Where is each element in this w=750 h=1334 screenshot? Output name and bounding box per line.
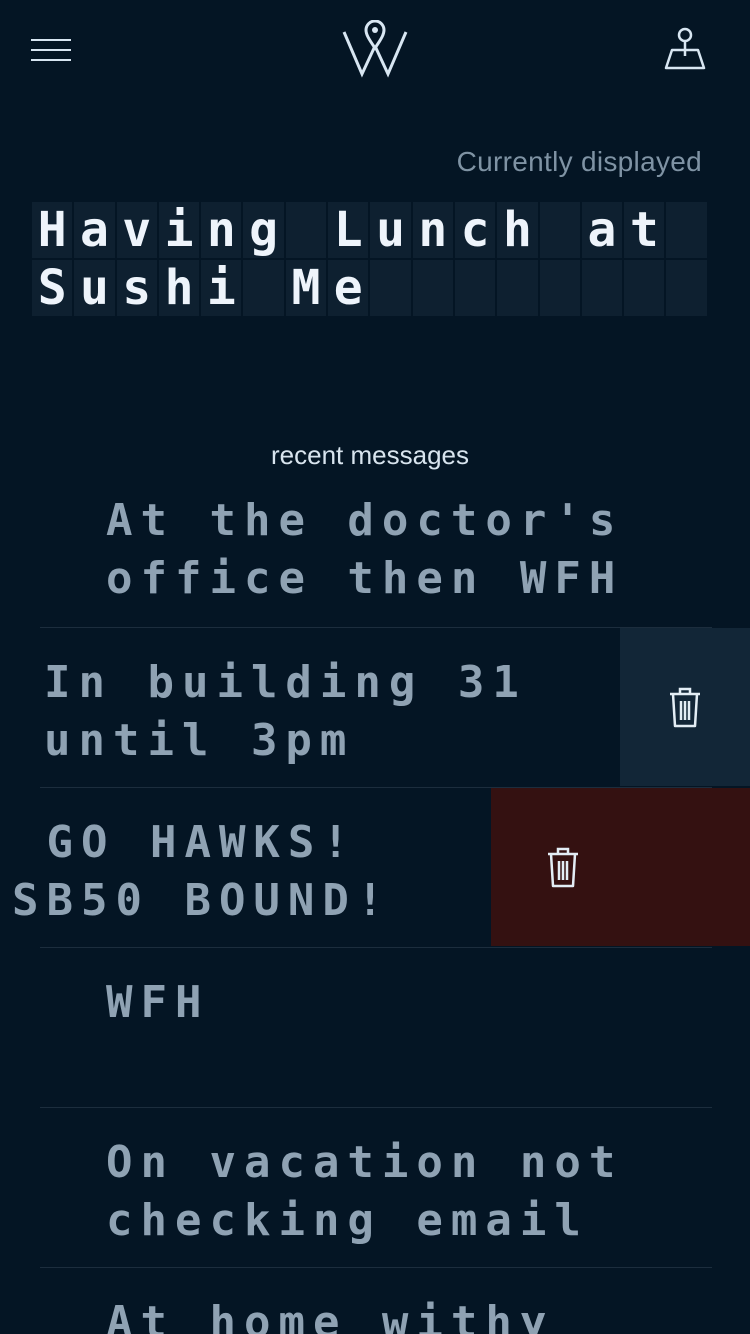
board-cell bbox=[370, 260, 411, 316]
message-text: In building 31 until 3pm bbox=[44, 657, 527, 766]
board-cell: L bbox=[328, 202, 369, 258]
board-cell bbox=[497, 260, 538, 316]
board-cell: e bbox=[328, 260, 369, 316]
board-cell: c bbox=[454, 202, 496, 258]
board-cell: v bbox=[116, 202, 157, 258]
board-cell: S bbox=[32, 260, 73, 316]
top-bar bbox=[0, 0, 750, 110]
board-cell bbox=[243, 260, 284, 316]
board-cell: g bbox=[243, 202, 284, 258]
delete-button-active[interactable] bbox=[491, 788, 750, 946]
board-cell: n bbox=[412, 202, 453, 258]
board-cell bbox=[666, 260, 707, 316]
message-item[interactable]: In building 31 until 3pm bbox=[40, 628, 620, 786]
board-cell bbox=[412, 260, 453, 316]
message-item[interactable]: At home withy bbox=[40, 1268, 712, 1334]
board-cell: a bbox=[581, 202, 623, 258]
board-cell: a bbox=[74, 202, 115, 258]
board-cell bbox=[624, 260, 665, 316]
board-cell bbox=[666, 202, 707, 258]
split-flap-board: HavingLunchat SushiMe bbox=[32, 202, 708, 318]
board-cell: h bbox=[497, 202, 538, 258]
board-cell: n bbox=[201, 202, 242, 258]
delete-button[interactable] bbox=[620, 628, 750, 786]
board-cell: H bbox=[32, 202, 73, 258]
board-cell: i bbox=[158, 202, 200, 258]
board-cell: u bbox=[74, 260, 115, 316]
board-row-2: SushiMe bbox=[32, 260, 708, 316]
board-cell bbox=[454, 260, 496, 316]
board-cell bbox=[581, 260, 623, 316]
board-cell: s bbox=[116, 260, 157, 316]
board-row-1: HavingLunchat bbox=[32, 202, 708, 258]
trash-icon bbox=[670, 687, 700, 728]
message-text: WFH bbox=[106, 977, 210, 1028]
message-item[interactable]: On vacation not checking email bbox=[40, 1108, 712, 1266]
board-cell: u bbox=[370, 202, 411, 258]
board-cell bbox=[539, 202, 580, 258]
message-item[interactable]: GO HAWKS! SB50 BOUND! bbox=[0, 788, 491, 946]
board-cell bbox=[539, 260, 580, 316]
message-text: GO HAWKS! SB50 BOUND! bbox=[12, 817, 392, 926]
trash-icon bbox=[548, 847, 578, 888]
message-text: At home withy bbox=[106, 1297, 555, 1334]
message-text: At the doctor's office then WFH bbox=[106, 495, 624, 604]
board-cell: t bbox=[624, 202, 665, 258]
board-cell bbox=[285, 202, 327, 258]
message-item[interactable]: WFH bbox=[40, 948, 712, 1106]
hamburger-menu-icon[interactable] bbox=[28, 30, 76, 70]
currently-displayed-label: Currently displayed bbox=[456, 146, 702, 177]
location-pin-logo-icon bbox=[342, 20, 408, 78]
board-cell: i bbox=[201, 260, 242, 316]
recent-messages-title: recent messages bbox=[271, 440, 469, 470]
board-cell: h bbox=[158, 260, 200, 316]
message-text: On vacation not checking email bbox=[106, 1137, 624, 1246]
map-pin-icon[interactable] bbox=[662, 26, 708, 72]
board-cell: M bbox=[285, 260, 327, 316]
